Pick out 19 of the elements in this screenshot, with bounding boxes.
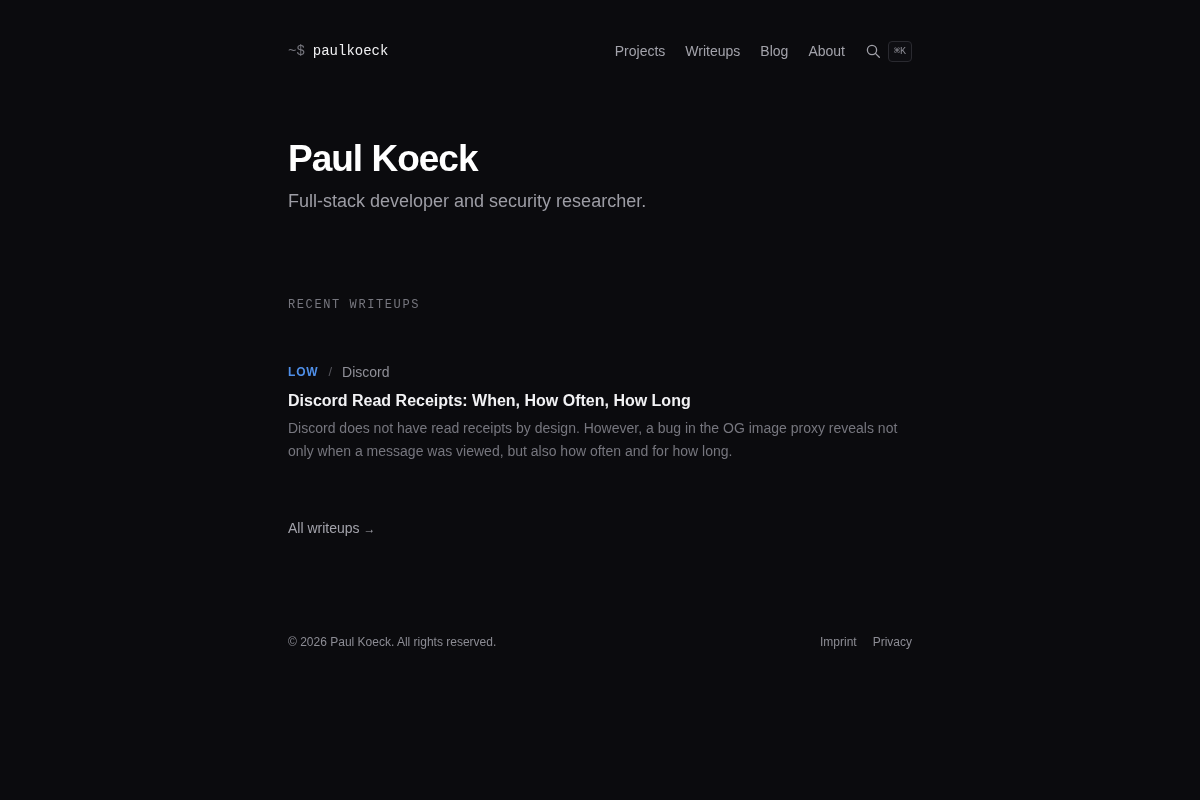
shortcut-key-button[interactable]: ⌘K bbox=[887, 40, 912, 62]
search-icon[interactable] bbox=[865, 44, 880, 58]
footer-link[interactable]: Imprint bbox=[819, 635, 857, 649]
all-writeups-link[interactable]: All writeups → bbox=[288, 519, 376, 538]
nav-link[interactable]: Blog bbox=[760, 43, 789, 59]
copyright-text: © 2026 Paul Koeck. All rights reserved. bbox=[288, 635, 497, 649]
severity-label: LOW bbox=[288, 364, 319, 381]
category-label: Discord bbox=[342, 363, 390, 381]
writeup-summary: Discord does not have read receipts by design. However, a bug in the OG image proxy reveals not only when a message was viewed, but also how often and for how long. bbox=[288, 419, 899, 461]
footer-link[interactable]: Privacy bbox=[872, 635, 912, 649]
site-logo-link[interactable]: ~$ paulkoeck bbox=[288, 43, 389, 59]
section-heading: RECENT WRITEUPS bbox=[288, 297, 422, 313]
nav-link[interactable]: About bbox=[808, 43, 845, 59]
separator: / bbox=[328, 363, 332, 381]
writeup-title-link[interactable]: Discord Read Receipts: When, How Often, How Long bbox=[288, 391, 691, 411]
page-subtitle: Full-stack developer and security researcher. bbox=[288, 190, 648, 213]
page-title: Paul Koeck bbox=[288, 137, 480, 181]
nav-link[interactable]: Writeups bbox=[685, 43, 741, 59]
nav-link[interactable]: Projects bbox=[614, 43, 666, 59]
